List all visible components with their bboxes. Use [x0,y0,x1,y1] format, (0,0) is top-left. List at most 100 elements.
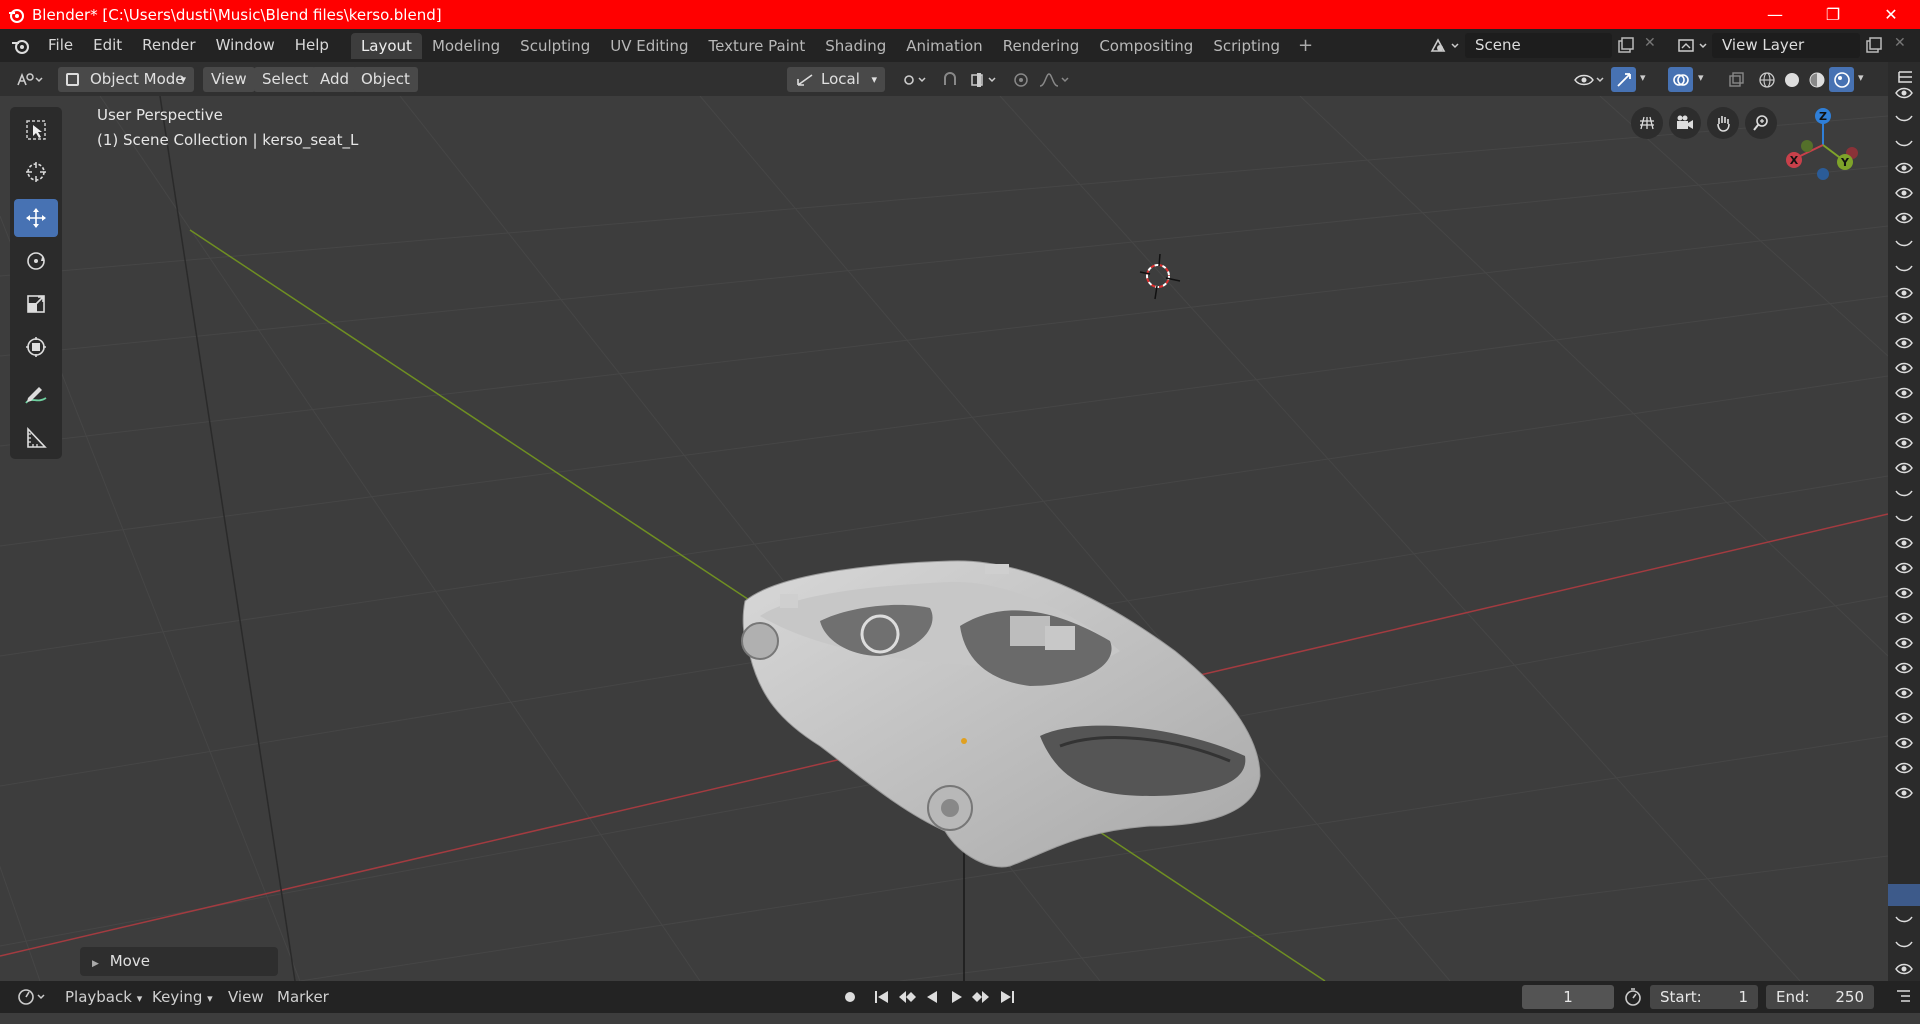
eye-icon[interactable] [1894,962,1914,976]
marker-menu[interactable]: Marker [277,981,329,1013]
eye-icon[interactable] [1894,286,1914,300]
annotate-tool[interactable] [14,377,58,415]
transform-tool[interactable] [14,328,58,366]
end-frame-field[interactable]: End: 250 [1766,985,1874,1009]
shading-dropdown-icon[interactable]: ▾ [1858,71,1864,84]
eye-icon[interactable] [1894,536,1914,550]
eye-icon[interactable] [1894,636,1914,650]
eye-icon[interactable] [1894,411,1914,425]
eye-icon[interactable] [1894,561,1914,575]
next-keyframe-button[interactable] [970,981,992,1013]
editor-type-icon[interactable] [12,67,50,92]
xray-toggle-icon[interactable] [1723,67,1748,92]
start-frame-field[interactable]: Start: 1 [1650,985,1758,1009]
toggle-grid-view-button[interactable] [1631,107,1663,139]
rotate-tool[interactable] [14,242,58,280]
outliner-editor-icon[interactable] [1896,68,1916,88]
pan-view-button[interactable] [1707,107,1739,139]
overlays-dropdown-icon[interactable]: ▾ [1698,71,1704,84]
eye-closed-icon[interactable] [1894,261,1914,275]
object-menu[interactable]: Object [353,67,418,92]
eye-icon[interactable] [1894,686,1914,700]
view-layer-field[interactable]: View Layer [1712,33,1860,58]
menu-file[interactable]: File [38,29,83,62]
close-button[interactable]: ✕ [1862,0,1920,29]
tab-shading[interactable]: Shading [815,33,896,59]
3d-viewport[interactable]: User Perspective (1) Scene Collection | … [0,96,1888,981]
keying-menu[interactable]: Keying ▾ [152,981,213,1013]
tab-compositing[interactable]: Compositing [1089,33,1203,59]
eye-icon[interactable] [1894,711,1914,725]
eye-icon[interactable] [1894,786,1914,800]
object-visibility-icon[interactable] [1570,67,1608,92]
eye-icon[interactable] [1894,186,1914,200]
eye-icon[interactable] [1894,761,1914,775]
eye-icon[interactable] [1894,661,1914,675]
tab-uv-editing[interactable]: UV Editing [600,33,698,59]
current-frame-field[interactable]: 1 [1522,985,1614,1009]
view-menu[interactable]: View [203,67,255,92]
eye-closed-icon[interactable] [1894,511,1914,525]
eye-icon[interactable] [1894,386,1914,400]
move-tool[interactable] [14,199,58,237]
cursor-tool[interactable] [14,153,58,191]
select-box-tool[interactable] [14,111,58,149]
minimize-button[interactable]: — [1746,0,1804,29]
timeline-side-icon[interactable] [1894,987,1914,1007]
tab-sculpting[interactable]: Sculpting [510,33,600,59]
last-operator-panel[interactable]: ▶ Move [80,947,278,976]
menu-window[interactable]: Window [206,29,285,62]
rendered-shading-icon[interactable] [1829,67,1854,92]
tab-modeling[interactable]: Modeling [422,33,510,59]
menu-edit[interactable]: Edit [83,29,132,62]
eye-closed-icon[interactable] [1894,136,1914,150]
menu-render[interactable]: Render [132,29,205,62]
select-menu[interactable]: Select [254,67,317,92]
tab-layout[interactable]: Layout [350,32,422,59]
view-layer-icon[interactable] [1676,36,1710,56]
remove-scene-icon[interactable]: ✕ [1644,35,1656,51]
snap-target-icon[interactable] [966,67,1002,92]
remove-view-layer-icon[interactable]: ✕ [1894,35,1906,51]
prev-keyframe-button[interactable] [896,981,918,1013]
tab-texture-paint[interactable]: Texture Paint [698,33,815,59]
eye-icon[interactable] [1894,736,1914,750]
tab-scripting[interactable]: Scripting [1203,33,1290,59]
eye-closed-icon[interactable] [1894,111,1914,125]
eye-closed-icon[interactable] [1894,236,1914,250]
eye-icon[interactable] [1894,361,1914,375]
camera-view-button[interactable] [1669,107,1701,139]
eye-icon[interactable] [1894,436,1914,450]
eye-icon[interactable] [1894,86,1914,100]
eye-icon[interactable] [1894,311,1914,325]
wireframe-shading-icon[interactable] [1754,67,1779,92]
timeline-editor-type-icon[interactable] [14,981,50,1013]
object-mode-dropdown[interactable]: Object Mode ▾ [58,67,194,92]
menu-help[interactable]: Help [285,29,339,62]
play-reverse-button[interactable] [922,981,942,1013]
jump-end-button[interactable] [997,981,1017,1013]
eye-icon[interactable] [1894,611,1914,625]
eye-icon[interactable] [1894,461,1914,475]
proportional-edit-icon[interactable] [1008,67,1033,92]
scene-selector-icon[interactable] [1428,36,1462,56]
scale-tool[interactable] [14,285,58,323]
eye-icon[interactable] [1894,161,1914,175]
gizmo-dropdown-icon[interactable]: ▾ [1640,71,1646,84]
auto-keying-button[interactable] [841,981,859,1013]
eye-closed-icon[interactable] [1894,486,1914,500]
solid-shading-icon[interactable] [1779,67,1804,92]
jump-start-button[interactable] [872,981,892,1013]
maximize-button[interactable]: ❐ [1804,0,1862,29]
add-menu[interactable]: Add [312,67,358,92]
measure-tool[interactable] [14,419,58,457]
blender-menu-icon[interactable] [10,36,32,56]
material-shading-icon[interactable] [1804,67,1829,92]
new-view-layer-icon[interactable] [1864,36,1884,56]
use-preview-range-button[interactable] [1622,981,1644,1013]
tab-rendering[interactable]: Rendering [993,33,1090,59]
navigation-gizmo[interactable]: Z X Y [1770,96,1870,206]
eye-icon[interactable] [1894,336,1914,350]
eye-icon[interactable] [1894,211,1914,225]
playback-menu[interactable]: Playback ▾ [65,981,142,1013]
